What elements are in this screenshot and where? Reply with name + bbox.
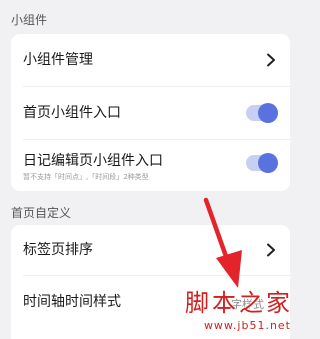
diary-widget-entry-toggle[interactable] [246,153,278,173]
home-widget-entry-row: 首页小组件入口 [11,87,290,139]
tab-sort-row[interactable]: 标签页排序 [11,225,290,275]
home-widget-entry-toggle[interactable] [246,103,278,123]
widgets-card: 小组件管理 首页小组件入口 日记编辑页小组件入口 暂不支持「时间点」,「时间段」… [11,34,290,191]
settings-screen: 小组件 小组件管理 首页小组件入口 日记编辑页小组件入口 暂不支持「时间点」,「… [0,0,301,339]
diary-widget-entry-label: 日记编辑页小组件入口 [23,153,163,169]
chevron-right-icon [267,243,275,257]
toggle-knob [258,153,278,173]
tab-sort-label: 标签页排序 [23,242,93,258]
diary-widget-entry-row: 日记编辑页小组件入口 暂不支持「时间点」,「时间段」2种类型 [11,140,290,191]
widget-management-label: 小组件管理 [23,52,93,68]
widget-management-row[interactable]: 小组件管理 [11,34,290,86]
chevron-right-icon [267,53,275,67]
timeline-style-value: 字样式 [231,298,264,311]
home-widget-entry-label: 首页小组件入口 [23,105,121,121]
home-custom-card: 标签页排序 时间轴时间样式 字样式 [11,225,290,339]
timeline-style-row[interactable]: 时间轴时间样式 字样式 [11,276,290,330]
toggle-knob [258,103,278,123]
section-title-widgets: 小组件 [11,13,48,27]
timeline-style-label: 时间轴时间样式 [23,294,121,310]
section-title-home-custom: 首页自定义 [11,206,72,220]
diary-widget-entry-note: 暂不支持「时间点」,「时间段」2种类型 [23,173,149,181]
